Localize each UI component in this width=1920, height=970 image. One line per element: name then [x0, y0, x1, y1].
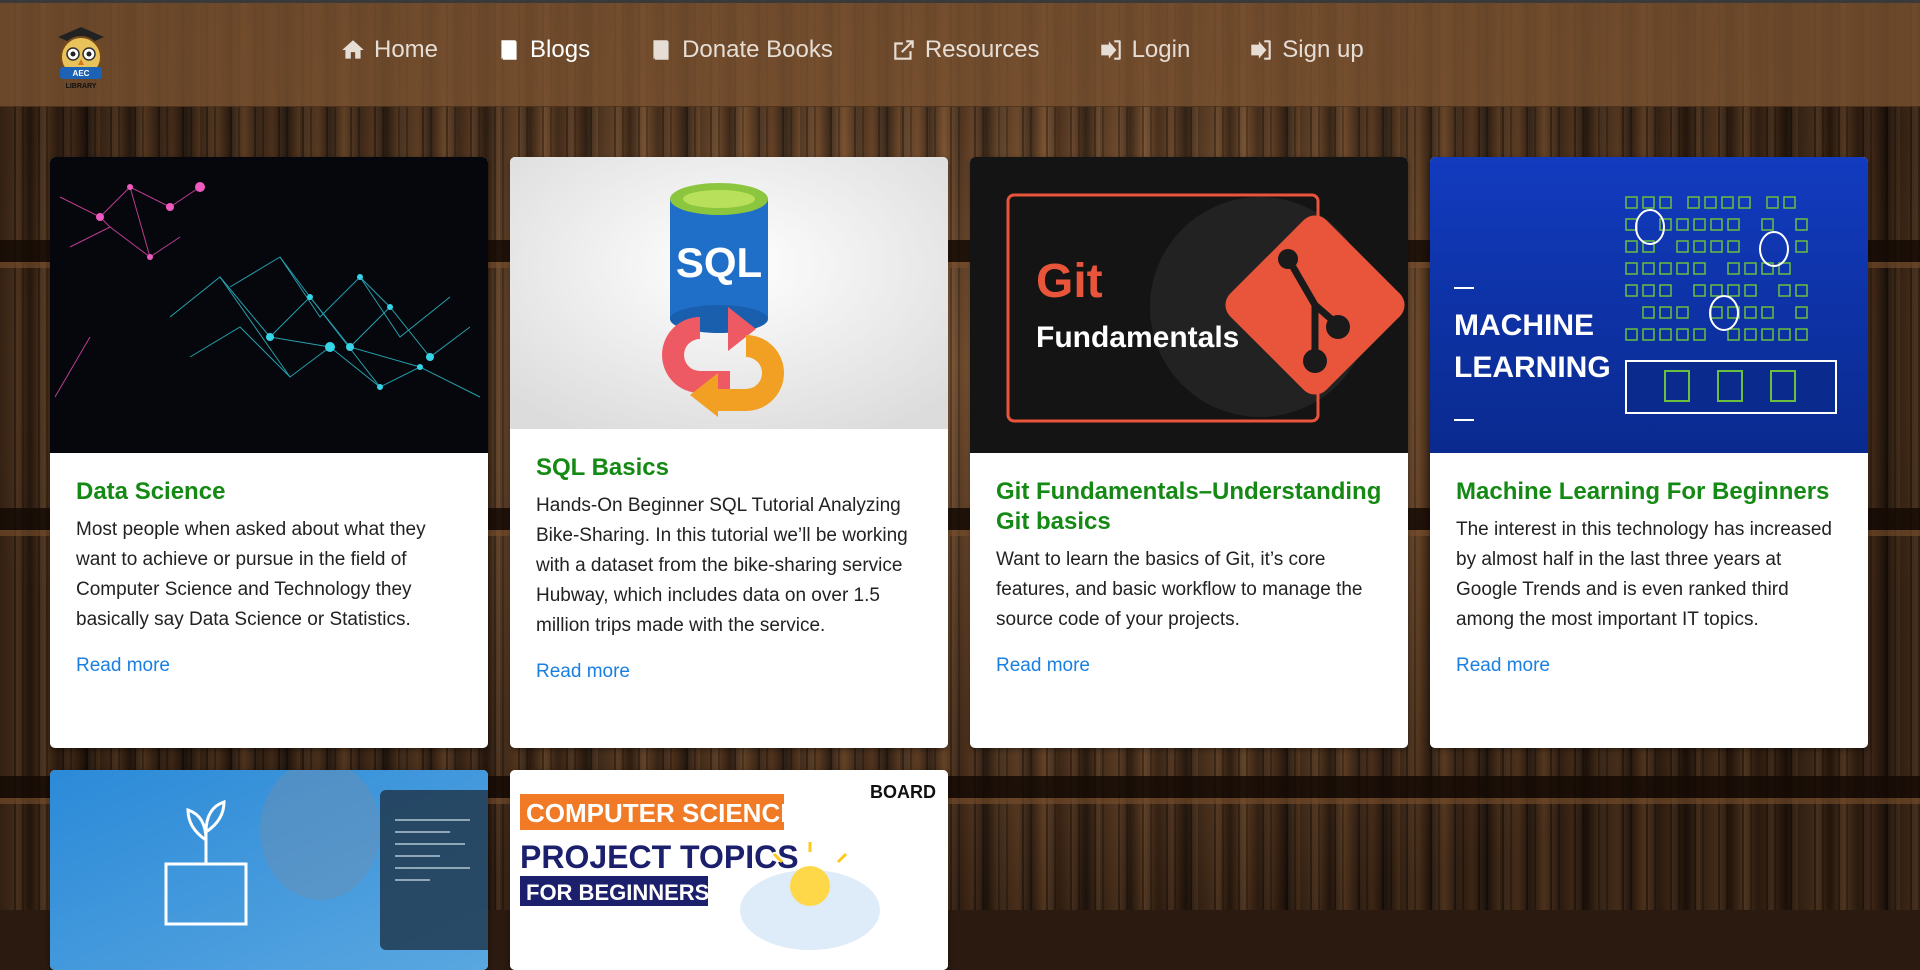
logo-text-library: LIBRARY — [66, 83, 97, 90]
git-image-title: Git — [1036, 255, 1103, 308]
data-science-image — [50, 157, 488, 453]
board-brand-text: BOARD — [870, 782, 936, 802]
machine-learning-image: MACHINE LEARNING — [1430, 157, 1868, 453]
nav-sign-up-label: Sign up — [1282, 36, 1364, 63]
card-5-image — [50, 770, 488, 970]
read-more-link[interactable]: Read more — [1456, 655, 1550, 677]
library-logo[interactable]: AEC LIBRARY — [46, 21, 116, 91]
sign-in-icon — [1251, 40, 1272, 60]
sign-in-icon — [1100, 40, 1121, 60]
nav-blogs-label: Blogs — [530, 36, 591, 63]
card-text: The interest in this technology has incr… — [1456, 519, 1832, 630]
sql-image-text: SQL — [676, 239, 762, 286]
home-icon — [342, 40, 364, 59]
nav-sign-up[interactable]: Sign up — [1248, 36, 1364, 64]
card-text: Most people when asked about what they w… — [76, 519, 426, 630]
git-image-subtitle: Fundamentals — [1036, 321, 1239, 354]
logo-text-aec: AEC — [73, 69, 90, 78]
navbar: AEC LIBRARY Home Blogs Donate Books Reso… — [0, 3, 1920, 107]
card-6-image: COMPUTER SCIENCE PROJECT TOPICS FOR BEGI… — [510, 770, 948, 970]
card-title: Git Fundamentals–Understanding Git basic… — [996, 478, 1382, 535]
blog-card-6: COMPUTER SCIENCE PROJECT TOPICS FOR BEGI… — [510, 770, 948, 970]
nav-blogs[interactable]: Blogs — [496, 36, 590, 64]
nav-home[interactable]: Home — [340, 36, 438, 64]
ml-image-line1: MACHINE — [1454, 309, 1594, 342]
nav-login-label: Login — [1131, 36, 1191, 63]
read-more-link[interactable]: Read more — [996, 655, 1090, 677]
blog-card-sql-basics: SQL SQL Basics Hands-On Beginner SQL Tut… — [510, 157, 948, 748]
book-icon — [501, 40, 517, 60]
nav-donate-books-label: Donate Books — [682, 36, 833, 63]
card-title: Data Science — [76, 478, 226, 505]
card-title: SQL Basics — [536, 454, 669, 481]
nav-donate-books[interactable]: Donate Books — [648, 36, 833, 64]
blog-card-data-science: Data Science Most people when asked abou… — [50, 157, 488, 748]
sql-image: SQL — [510, 157, 948, 429]
nav-resources-label: Resources — [924, 36, 1040, 63]
card-6-image-line1: COMPUTER SCIENCE — [526, 798, 798, 828]
nav-login[interactable]: Login — [1098, 36, 1191, 64]
nav-resources[interactable]: Resources — [891, 36, 1040, 64]
read-more-link[interactable]: Read more — [76, 655, 170, 677]
blog-card-git-fundamentals: Git Fundamentals Git Fundamentals–Unders… — [970, 157, 1408, 748]
card-6-image-line2: PROJECT TOPICS — [520, 839, 799, 875]
blog-card-5 — [50, 770, 488, 970]
git-image: Git Fundamentals — [970, 157, 1408, 453]
card-text: Want to learn the basics of Git, it’s co… — [996, 549, 1363, 630]
external-link-icon — [894, 40, 914, 60]
window-top-strip — [0, 0, 1920, 3]
book-icon — [653, 40, 669, 60]
nav-home-label: Home — [374, 36, 439, 63]
blog-card-machine-learning: MACHINE LEARNING Machine Learning For Be… — [1430, 157, 1868, 748]
card-6-image-line3: FOR BEGINNERS — [526, 880, 709, 905]
nav-links: Home Blogs Donate Books Resources Login … — [340, 36, 1422, 64]
card-text: Hands-On Beginner SQL Tutorial Analyzing… — [536, 495, 908, 636]
card-title: Machine Learning For Beginners — [1456, 478, 1830, 505]
read-more-link[interactable]: Read more — [536, 661, 630, 683]
ml-image-line2: LEARNING — [1454, 351, 1611, 384]
